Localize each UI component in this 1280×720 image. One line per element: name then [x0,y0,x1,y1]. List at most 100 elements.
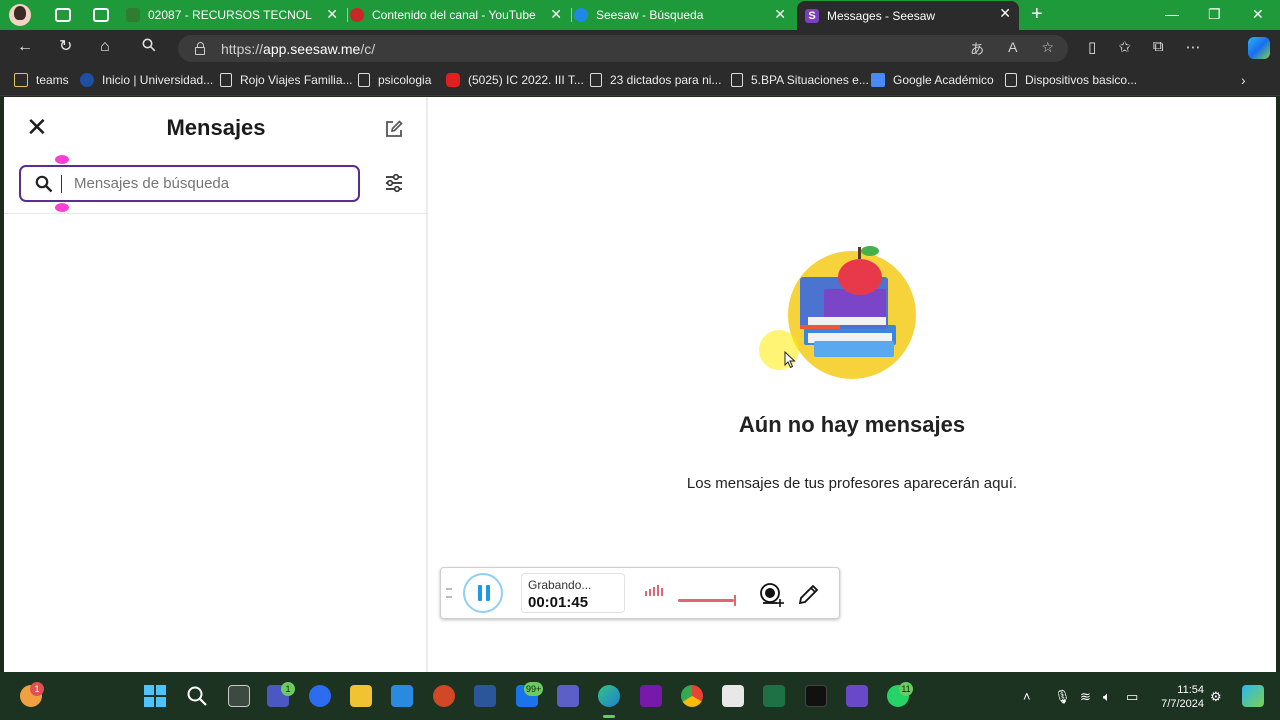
notifications-icon[interactable]: ⚙︎ [1210,689,1222,705]
minimize-button[interactable]: — [1165,6,1179,22]
messages-sidebar: ✕ Mensajes [4,97,428,672]
bookmark-bpa[interactable]: 5.BPA Situaciones e... [731,73,869,87]
bookmark-youtube-ic[interactable]: (5025) IC 2022. III T... [446,73,584,87]
filter-icon[interactable] [384,173,404,198]
address-bar[interactable]: https://app.seesaw.me/c/ あ A ☆ [178,35,1068,62]
recording-status: Grabando... 00:01:45 [521,573,625,613]
close-tab-icon[interactable]: ✕ [550,7,562,21]
edge-icon[interactable] [598,685,620,707]
bookmark-google-academico[interactable]: Google Académico [871,73,994,87]
tab-actions-icon[interactable] [93,8,109,22]
youtube-icon [446,73,460,87]
webcam-icon[interactable] [759,582,785,613]
search-input[interactable] [74,175,344,192]
profile-avatar[interactable] [9,4,31,26]
volume-icon[interactable]: 🔈︎ [1103,689,1111,705]
search-field[interactable] [19,165,360,202]
windows-start-icon[interactable] [144,685,166,707]
page-icon [220,73,232,87]
copilot-icon[interactable] [1248,37,1270,59]
system-clock[interactable]: 11:54 7/7/2024 [1154,683,1204,711]
tab-messages-seesaw[interactable]: S Messages - Seesaw ✕ [797,1,1019,30]
snipping-tool-icon[interactable] [722,685,744,707]
tab-recursos[interactable]: 02087 - RECURSOS TECNOLOGIC ✕ [126,2,348,28]
refresh-icon[interactable]: ↻ [59,38,72,56]
store-icon[interactable] [391,685,413,707]
volume-slider[interactable] [678,595,736,606]
teams-classic-icon[interactable] [557,685,579,707]
whatsapp-badge: 11 [899,682,913,696]
windows-taskbar: 1 1 99+ 11 ˄ 🎙︎ ≋ 🔈︎ ▭ 11:54 7/7/2024 ⚙︎ [0,672,1280,720]
seesaw-favicon: S [805,8,819,23]
bookmark-teams[interactable]: teams [14,73,69,87]
more-menu-icon[interactable]: ⋯ [1186,38,1201,56]
weather-badge: 1 [30,682,44,696]
netflix-icon[interactable] [805,685,827,707]
close-tab-icon[interactable]: ✕ [774,7,786,21]
wifi-icon[interactable]: ≋ [1080,689,1091,705]
tab-favicon [574,8,588,22]
translate-icon[interactable]: あ [970,39,984,59]
bookmark-dispositivos[interactable]: Dispositivos basico... [1005,73,1137,87]
favorites-icon[interactable]: ✩ [1118,38,1131,56]
onenote-icon[interactable] [640,685,662,707]
drag-handle[interactable] [446,588,452,598]
tab-title: Seesaw - Búsqueda [596,8,704,22]
favorite-star-icon[interactable]: ☆ [1041,39,1054,59]
chrome-icon[interactable] [681,685,703,707]
page-icon [590,73,602,87]
mouse-pointer-icon [784,351,796,369]
collections-icon[interactable]: ⧉ [1153,38,1164,56]
seesaw-page: ✕ Mensajes Mensajes de búsqueda Aún no h… [4,97,1276,672]
close-tab-icon[interactable]: ✕ [999,6,1011,20]
compose-message-icon[interactable] [384,119,404,144]
recording-label: Grabando... [528,578,592,592]
task-view-icon[interactable] [228,685,250,707]
close-tab-icon[interactable]: ✕ [326,7,338,21]
empty-state-subtitle: Los mensajes de tus profesores aparecerá… [686,475,1018,492]
url-text[interactable]: https://app.seesaw.me/c/ [221,41,375,57]
word-icon[interactable] [474,685,496,707]
lock-icon[interactable] [195,41,205,55]
bookmark-rojo-viajes[interactable]: Rojo Viajes Familia... [220,73,353,87]
read-aloud-icon[interactable]: A [1008,39,1017,59]
split-screen-icon[interactable]: ▯ [1088,38,1096,56]
restore-button[interactable]: ❐ [1208,6,1221,23]
active-app-indicator [603,715,615,718]
browser-tab-strip: 02087 - RECURSOS TECNOLOGIC ✕ Contenido … [0,0,1280,30]
teams-badge: 1 [281,682,295,696]
zoom-icon[interactable] [309,685,331,707]
tab-youtube[interactable]: Contenido del canal - YouTube S ✕ [350,2,572,28]
excel-icon[interactable] [763,685,785,707]
search-icon[interactable] [142,38,156,57]
app-m-icon[interactable] [846,685,868,707]
scholar-icon [871,73,885,87]
tab-title: 02087 - RECURSOS TECNOLOGIC [148,8,312,22]
close-window-button[interactable]: ✕ [1252,6,1264,23]
page-title: Mensajes [166,115,266,140]
home-icon[interactable]: ⌂ [100,38,110,56]
highlight-dot [55,155,69,164]
chevron-right-icon[interactable]: › [1241,72,1246,88]
globe-icon [80,73,94,87]
pause-button[interactable] [463,573,503,613]
new-tab-button[interactable]: + [1031,4,1043,24]
page-icon [358,73,370,87]
file-explorer-icon[interactable] [350,685,372,707]
bookmark-universidad[interactable]: Inicio | Universidad... [80,73,213,87]
pencil-icon[interactable] [797,582,821,611]
page-icon [731,73,743,87]
back-icon[interactable]: ← [17,38,33,56]
workspaces-icon[interactable] [55,8,71,22]
tab-seesaw-busqueda[interactable]: Seesaw - Búsqueda ✕ [574,2,794,28]
chevron-up-icon[interactable]: ˄ [1023,689,1031,704]
powerpoint-icon[interactable] [433,685,455,707]
battery-icon[interactable]: ▭ [1126,689,1138,705]
copilot-taskbar-icon[interactable] [1242,685,1264,707]
bookmark-psicologia[interactable]: psicologia [358,73,431,87]
bookmark-dictados[interactable]: 23 dictados para ni... [590,73,721,87]
screen-recorder-widget: Grabando... 00:01:45 [440,567,840,619]
microphone-icon[interactable]: 🎙︎ [1054,689,1071,705]
search-icon[interactable] [186,685,208,707]
text-cursor [61,174,62,193]
